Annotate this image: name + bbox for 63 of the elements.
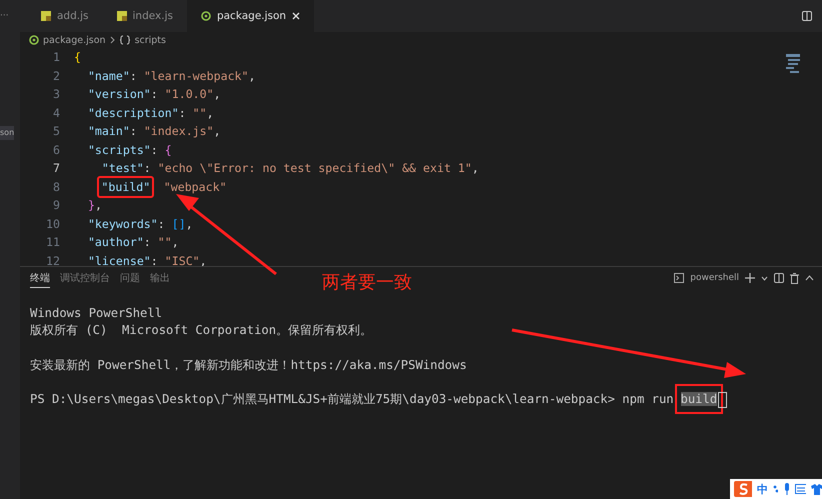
- trash-icon[interactable]: [790, 272, 799, 284]
- code-line: "test": "echo \"Error: no test specified\" && exit 1",: [100, 161, 479, 176]
- panel-tab[interactable]: 输出: [150, 268, 170, 288]
- code-line: "scripts": {: [86, 142, 172, 157]
- json-file-icon: [200, 11, 211, 21]
- terminal-prompt: PS D:\Users\megas\Desktop\广州黑马HTML&JS+前端就业75期\day03-webpack\learn-webpack> npm run: [30, 392, 675, 406]
- code-line: "license": "ISC",: [86, 254, 207, 266]
- terminal-cursor: [718, 392, 727, 408]
- split-terminal-icon[interactable]: [774, 273, 784, 283]
- line-number: 12: [45, 254, 60, 266]
- panel-tab[interactable]: 问题: [120, 268, 140, 288]
- line-number: 10: [45, 216, 60, 231]
- chevron-down-icon[interactable]: [761, 276, 768, 280]
- breadcrumb-item[interactable]: scripts: [134, 34, 166, 46]
- panel-tab[interactable]: 终端: [30, 268, 50, 288]
- terminal-selector[interactable]: powershell: [690, 273, 739, 283]
- split-editor-icon[interactable]: [802, 11, 812, 21]
- line-number: 3: [52, 87, 60, 102]
- editor-tab[interactable]: add.js: [27, 0, 102, 32]
- line-number: 8: [52, 180, 60, 194]
- json-file-icon: [29, 35, 39, 45]
- annotation-text: 两者要一致: [322, 271, 412, 294]
- editor-tab[interactable]: index.js: [102, 0, 187, 32]
- plus-icon[interactable]: [745, 273, 755, 283]
- js-file-icon: [41, 11, 51, 21]
- close-icon[interactable]: [292, 12, 300, 20]
- line-number: 6: [52, 142, 60, 157]
- code-line: "keywords": [],: [86, 216, 193, 231]
- terminal-icon: [674, 273, 684, 283]
- line-number: 9: [52, 198, 60, 212]
- keyboard-icon[interactable]: [795, 484, 806, 494]
- line-number: 11: [45, 235, 60, 250]
- punctuation-icon[interactable]: [772, 484, 778, 494]
- code-line: "author": "",: [86, 235, 179, 250]
- line-number: 7: [52, 161, 60, 176]
- editor-tab[interactable]: package.json: [186, 0, 314, 32]
- terminal-line: Windows PowerShell: [30, 305, 162, 322]
- code-line: },: [86, 198, 102, 212]
- shirt-icon[interactable]: [811, 484, 822, 494]
- terminal-line: 版权所有 (C) Microsoft Corporation。保留所有权利。: [30, 322, 372, 340]
- braces-icon: [118, 35, 131, 45]
- input-mode-label[interactable]: 中: [756, 482, 768, 496]
- line-number: 4: [52, 106, 60, 120]
- line-number: 5: [52, 124, 60, 138]
- breadcrumb-item[interactable]: package.json: [43, 34, 106, 46]
- terminal-line: 安装最新的 PowerShell，了解新功能和改进！https://aka.ms/PSWindows: [30, 356, 467, 374]
- ime-toolbar[interactable]: 中: [730, 479, 822, 499]
- chevron-up-icon[interactable]: [805, 275, 814, 281]
- js-file-icon: [116, 11, 126, 21]
- code-line: "description": "",: [86, 106, 214, 120]
- code-line: {: [74, 50, 81, 64]
- code-line: "main": "index.js",: [86, 124, 221, 138]
- file-tree-item[interactable]: son: [0, 126, 14, 140]
- more-tabs-indicator[interactable]: ···: [0, 0, 9, 32]
- chevron-right-icon: [110, 36, 115, 44]
- panel-tab[interactable]: 调试控制台: [60, 268, 110, 288]
- microphone-icon[interactable]: [783, 483, 790, 495]
- line-number: 2: [52, 68, 60, 83]
- code-line: "version": "1.0.0",: [86, 87, 221, 102]
- line-number: 1: [52, 50, 60, 64]
- selected-command-text: build: [680, 392, 718, 406]
- s-logo-icon: [734, 481, 752, 497]
- code-line: "name": "learn-webpack",: [86, 68, 256, 83]
